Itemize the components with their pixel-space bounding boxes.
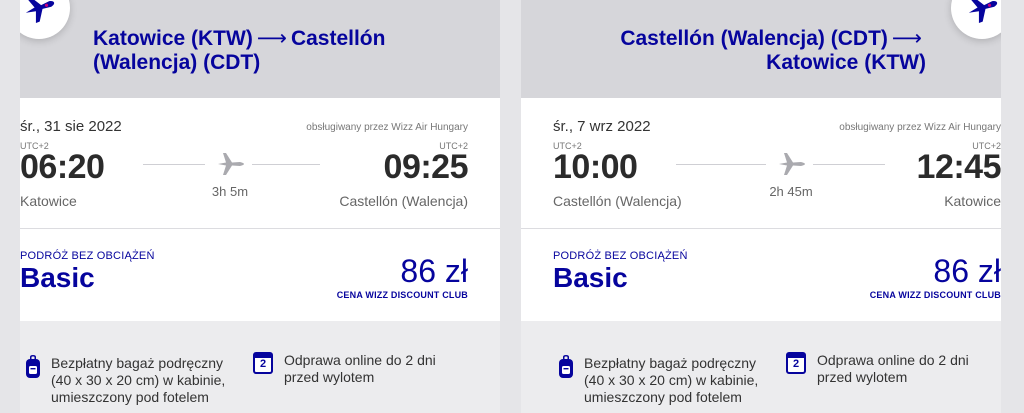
plane-icon xyxy=(218,153,244,175)
fare-subtitle: PODRÓŻ BEZ OBCIĄŻEŃ xyxy=(20,250,155,262)
plane-icon xyxy=(968,0,998,23)
flight-line-right xyxy=(252,164,320,165)
calendar-icon-day: 2 xyxy=(259,358,267,370)
flight-details-card[interactable]: śr., 31 sie 2022 obsługiwany przez Wizz … xyxy=(20,98,500,228)
fare-price: 86 zł xyxy=(933,253,1001,289)
fare-price: 86 zł xyxy=(400,253,468,289)
arrival-time: 12:45 xyxy=(916,148,1001,186)
perk-online-checkin: Odprawa online do 2 dni przed wylotem xyxy=(817,352,969,386)
perk-online-checkin: Odprawa online do 2 dni przed wylotem xyxy=(284,352,436,386)
route-title: Katowice (KTW) ⟶ Castellón (Walencja) (CDT… xyxy=(93,27,473,75)
perk-cabin-bag-line: Bezpłatny bagaż podręczny xyxy=(51,355,223,371)
route-destination: Katowice (KTW) xyxy=(766,51,926,74)
flight-line-left xyxy=(676,164,766,165)
flight-line-left xyxy=(143,164,205,165)
flight-details: śr., 31 sie 2022 obsługiwany przez Wizz … xyxy=(20,98,500,228)
route-arrow-icon: ⟶ xyxy=(891,27,922,50)
departure-city: Castellón (Walencja) xyxy=(553,193,682,209)
flight-details-card[interactable]: śr., 7 wrz 2022 obsługiwany przez Wizz A… xyxy=(521,98,1001,228)
arrival-city: Katowice xyxy=(944,193,1001,209)
operator-label: obsługiwany przez Wizz Air Hungary xyxy=(839,122,1001,133)
arrival-time: 09:25 xyxy=(383,148,469,186)
perk-checkin-line: przed wylotem xyxy=(284,369,375,385)
fare-card[interactable]: PODRÓŻ BEZ OBCIĄŻEŃ Basic 86 zł CENA WIZ… xyxy=(521,229,1001,321)
arrival-city: Castellón (Walencja) xyxy=(339,193,468,209)
flight-line-right xyxy=(813,164,885,165)
backpack-icon xyxy=(559,355,573,378)
perk-cabin-bag: Bezpłatny bagaż podręczny (40 x 30 x 20 … xyxy=(584,355,758,406)
discount-club-label: CENA WIZZ DISCOUNT CLUB xyxy=(336,290,468,300)
route-header: Castellón (Walencja) (CDT) ⟶ Katowice (KTW… xyxy=(521,0,1001,98)
perk-cabin-bag: Bezpłatny bagaż podręczny (40 x 30 x 20 … xyxy=(51,355,225,406)
flight-panel-outbound: Katowice (KTW) ⟶ Castellón (Walencja) (CDT… xyxy=(20,0,500,413)
flight-date: śr., 7 wrz 2022 xyxy=(553,118,651,135)
flight-duration: 2h 45m xyxy=(769,184,813,199)
fare-name: Basic xyxy=(553,262,628,293)
fare-name: Basic xyxy=(20,262,95,293)
route-header: Katowice (KTW) ⟶ Castellón (Walencja) (CDT… xyxy=(20,0,500,98)
backpack-icon xyxy=(26,355,40,378)
perk-checkin-line: przed wylotem xyxy=(817,369,908,385)
flight-date: śr., 31 sie 2022 xyxy=(20,118,122,135)
perk-cabin-bag-line: (40 x 30 x 20 cm) w kabinie, xyxy=(584,372,759,388)
departure-time: 06:20 xyxy=(20,148,105,186)
departure-time: 10:00 xyxy=(553,148,638,186)
flight-duration: 3h 5m xyxy=(211,184,249,199)
perk-checkin-line: Odprawa online do 2 dni xyxy=(284,352,436,368)
calendar-icon: 2 xyxy=(786,352,806,374)
flight-panel-return: Castellón (Walencja) (CDT) ⟶ Katowice (KTW… xyxy=(521,0,1001,413)
perk-checkin-line: Odprawa online do 2 dni xyxy=(817,352,969,368)
perk-cabin-bag-line: Bezpłatny bagaż podręczny xyxy=(584,355,756,371)
route-origin: Katowice (KTW) xyxy=(93,27,253,50)
perk-cabin-bag-line: (40 x 30 x 20 cm) w kabinie, xyxy=(51,372,226,388)
departure-city: Katowice xyxy=(20,193,77,209)
perk-cabin-bag-line: umieszczony pod fotelem xyxy=(584,389,742,405)
calendar-icon: 2 xyxy=(253,352,273,374)
route-arrow-icon: ⟶ xyxy=(256,27,287,50)
fare-subtitle: PODRÓŻ BEZ OBCIĄŻEŃ xyxy=(553,250,688,262)
flight-details: śr., 7 wrz 2022 obsługiwany przez Wizz A… xyxy=(521,98,1001,228)
calendar-icon-day: 2 xyxy=(792,358,800,370)
route-origin: Castellón (Walencja) (CDT) xyxy=(620,27,888,50)
plane-icon xyxy=(779,153,805,175)
plane-icon xyxy=(25,0,55,23)
perk-cabin-bag-line: umieszczony pod fotelem xyxy=(51,389,209,405)
operator-label: obsługiwany przez Wizz Air Hungary xyxy=(306,122,468,133)
route-title: Castellón (Walencja) (CDT) ⟶ Katowice (KTW… xyxy=(541,27,926,75)
fare-card[interactable]: PODRÓŻ BEZ OBCIĄŻEŃ Basic 86 zł CENA WIZ… xyxy=(20,229,500,321)
discount-club-label: CENA WIZZ DISCOUNT CLUB xyxy=(869,290,1001,300)
